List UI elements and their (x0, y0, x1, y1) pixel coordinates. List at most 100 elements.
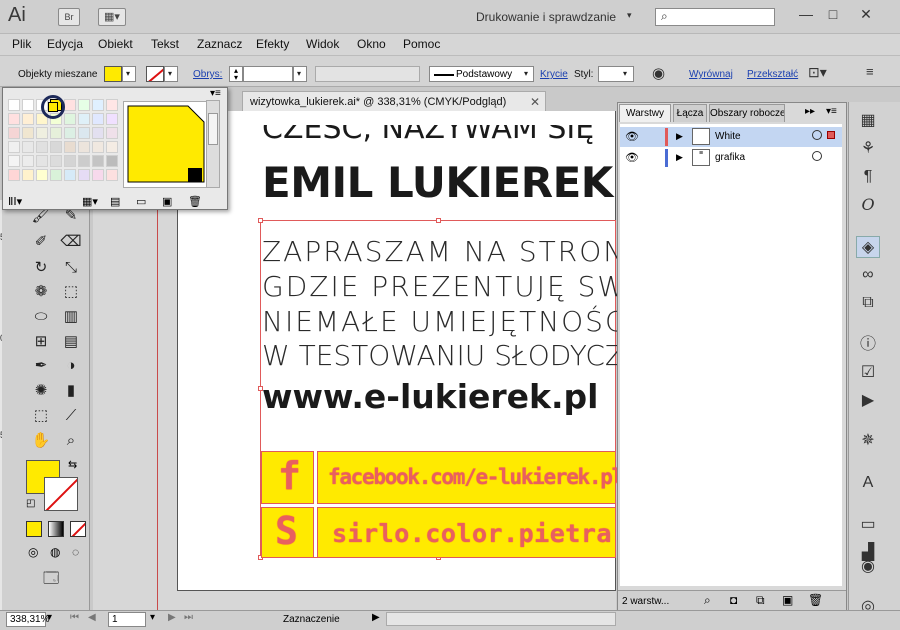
swatch[interactable] (78, 113, 90, 125)
menu-type[interactable]: Tekst (151, 37, 179, 51)
show-swatch-kinds-icon[interactable]: ▦▾ (82, 195, 98, 208)
stroke-weight-stepper[interactable]: ▴ ▾ (229, 66, 243, 82)
swatch[interactable] (50, 127, 62, 139)
skype-icon-box[interactable]: S (261, 507, 314, 558)
swatch[interactable] (78, 155, 90, 167)
actions-icon[interactable]: ▶ (856, 390, 880, 412)
swatch[interactable] (64, 127, 76, 139)
stroke-weight-input[interactable] (243, 66, 293, 82)
swatch-none[interactable] (8, 99, 20, 111)
navigator-icon[interactable]: ✵ (856, 430, 880, 452)
swatch[interactable] (92, 141, 104, 153)
warp-icon[interactable]: ❁ (29, 281, 53, 303)
swatch[interactable] (36, 127, 48, 139)
variable-width-profile[interactable] (315, 66, 420, 82)
zoom-icon[interactable]: ⌕ (59, 430, 83, 452)
swatch[interactable] (64, 113, 76, 125)
delete-swatch-icon[interactable]: 🗑 (188, 195, 202, 208)
swatch[interactable] (78, 141, 90, 153)
arrange-documents-icon[interactable]: ▦▾ (98, 8, 126, 26)
swatch[interactable] (50, 155, 62, 167)
symbols-icon[interactable]: ⚘ (856, 138, 880, 160)
isolate-group-icon[interactable]: ⊡▾ (808, 64, 827, 81)
links-icon[interactable]: ∞ (856, 264, 880, 286)
swatch[interactable] (92, 127, 104, 139)
blob-brush-icon[interactable]: ✐ (29, 231, 53, 253)
workspace-switcher[interactable]: Drukowanie i sprawdzanie (476, 10, 616, 24)
swatch[interactable] (36, 141, 48, 153)
new-swatch-icon[interactable]: ▣ (162, 195, 172, 208)
layer-name[interactable]: White (715, 131, 741, 142)
selection-handle[interactable] (258, 218, 263, 223)
minimize-button[interactable]: — (795, 6, 817, 24)
layers-list[interactable] (620, 124, 842, 586)
swatch[interactable] (64, 99, 76, 111)
swatch[interactable] (106, 155, 118, 167)
artboards-icon[interactable]: ⧉ (856, 292, 880, 314)
first-artboard-icon[interactable]: ⏮ (70, 612, 79, 623)
swatch[interactable] (22, 155, 34, 167)
swatch-scrollbar[interactable] (206, 100, 220, 188)
close-icon[interactable]: ✕ (530, 95, 540, 109)
swatch-registration[interactable] (22, 99, 34, 111)
swatch[interactable] (22, 127, 34, 139)
brush-definition-select[interactable]: Podstawowy ▾ (429, 66, 534, 82)
artboard-dropdown[interactable]: ▾ (150, 612, 155, 623)
artboard-number-field[interactable]: 1 (108, 612, 146, 627)
menu-object[interactable]: Obiekt (98, 37, 133, 51)
none-mode-icon[interactable] (70, 521, 86, 537)
maximize-button[interactable]: □ (822, 6, 844, 24)
swatch[interactable] (106, 113, 118, 125)
swatch[interactable] (22, 113, 34, 125)
slice-icon[interactable]: ⟋ (59, 405, 83, 427)
new-color-group-icon[interactable]: ▭ (136, 195, 146, 208)
swatch-menu-icon[interactable]: ▾≡ (210, 88, 221, 99)
status-menu-arrow[interactable]: ▶ (372, 612, 380, 623)
target-icon[interactable] (812, 151, 822, 161)
facebook-bar[interactable]: facebook.com/e-lukierek.pl (317, 451, 624, 504)
search-input[interactable] (655, 8, 775, 26)
appearance-icon[interactable]: ▭ (856, 514, 880, 536)
layer-row-grafika[interactable]: 👁 ▶ ≡ grafika (620, 148, 842, 168)
swatch[interactable] (36, 169, 48, 181)
zoom-dropdown[interactable]: ▾ (47, 612, 52, 623)
swatch[interactable] (22, 141, 34, 153)
draw-normal-icon[interactable]: ◎ (28, 545, 38, 559)
graphic-style-select[interactable]: ▾ (598, 66, 634, 82)
swatch[interactable] (50, 169, 62, 181)
stroke-weight-dropdown[interactable]: ▾ (293, 66, 307, 82)
swatch[interactable] (92, 99, 104, 111)
swatch[interactable] (22, 169, 34, 181)
tab-layers[interactable]: Warstwy (619, 104, 671, 122)
next-artboard-icon[interactable]: ▶ (168, 612, 176, 623)
tab-links[interactable]: Łącza (673, 104, 707, 122)
menu-view[interactable]: Widok (306, 37, 339, 51)
swatch[interactable] (106, 169, 118, 181)
swatch-grid[interactable] (8, 99, 120, 191)
swatch[interactable] (64, 169, 76, 181)
transform-link[interactable]: Przekształć (747, 69, 798, 80)
swatch[interactable] (78, 169, 90, 181)
swatch[interactable] (8, 127, 20, 139)
swatch[interactable] (8, 155, 20, 167)
fill-dropdown[interactable]: ▾ (122, 66, 136, 82)
eyedropper-icon[interactable]: ✒ (29, 355, 53, 377)
brushes-icon[interactable]: ▦ (856, 110, 880, 132)
free-transform-icon[interactable]: ⬚ (59, 281, 83, 303)
menu-edit[interactable]: Edycja (47, 37, 83, 51)
panel-menu-icon[interactable]: ≡ (866, 64, 874, 79)
facebook-icon-box[interactable]: f (261, 451, 314, 504)
menu-select[interactable]: Zaznacz (197, 37, 242, 51)
swap-colors-icon[interactable]: ⇆ (68, 458, 77, 471)
body-line[interactable]: NIEMAŁE UMIEJĘTNOŚCI (262, 305, 637, 338)
opentype-icon[interactable]: O (856, 194, 880, 216)
name-text[interactable]: EMIL LUKIEREK (262, 158, 613, 207)
eye-icon[interactable]: 👁 (625, 130, 639, 143)
layer-row-white[interactable]: 👁 ▶ White (620, 127, 842, 147)
scale-icon[interactable]: ⤡ (59, 257, 83, 279)
paragraph-icon[interactable]: ¶ (856, 166, 880, 188)
swatch[interactable] (50, 141, 62, 153)
recolor-artwork-icon[interactable]: ◉ (652, 64, 665, 82)
body-line[interactable]: ZAPRASZAM NA STRONĘ (262, 235, 646, 268)
artboard-tool-icon[interactable]: ⬚ (29, 405, 53, 427)
